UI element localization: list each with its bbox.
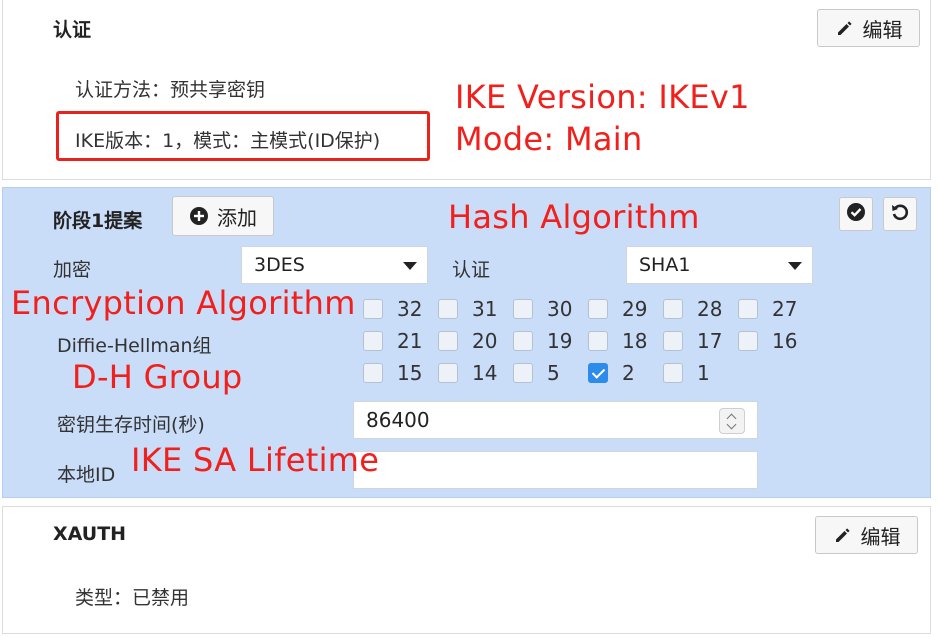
checkbox-unchecked[interactable] <box>663 299 683 319</box>
pencil-icon <box>833 525 853 545</box>
dh-group-number: 30 <box>547 297 573 321</box>
local-id-input[interactable] <box>353 451 758 489</box>
dh-group-number: 20 <box>472 329 498 353</box>
dh-group-label: Diffie-Hellman组 <box>57 335 212 357</box>
checkbox-unchecked[interactable] <box>363 363 383 383</box>
dh-group-number: 19 <box>547 329 573 353</box>
dh-group-checkbox[interactable]: 1 <box>663 361 738 385</box>
dh-group-checkbox[interactable]: 28 <box>663 297 738 321</box>
dh-group-checkbox[interactable]: 18 <box>588 329 663 353</box>
dh-group-checkbox[interactable]: 19 <box>513 329 588 353</box>
dh-group-checkbox[interactable]: 20 <box>438 329 513 353</box>
dh-group-checkbox[interactable]: 16 <box>738 329 813 353</box>
dh-group-checkbox[interactable]: 17 <box>663 329 738 353</box>
checkbox-unchecked[interactable] <box>588 331 608 351</box>
checkbox-unchecked[interactable] <box>438 299 458 319</box>
dh-group-checkbox[interactable]: 29 <box>588 297 663 321</box>
checkbox-unchecked[interactable] <box>738 331 758 351</box>
checkbox-unchecked[interactable] <box>513 363 533 383</box>
dh-group-number: 31 <box>472 297 498 321</box>
dh-group-checkbox[interactable]: 27 <box>738 297 813 321</box>
checkbox-unchecked[interactable] <box>738 299 758 319</box>
dh-group-checkbox[interactable]: 2 <box>588 361 663 385</box>
dh-group-number: 17 <box>697 329 723 353</box>
local-id-label: 本地ID <box>57 464 116 486</box>
checkbox-checked[interactable] <box>588 363 608 383</box>
dh-group-number: 29 <box>622 297 648 321</box>
reset-button[interactable] <box>883 197 917 231</box>
auth-section-title: 认证 <box>53 19 92 41</box>
annotation-lifetime: IKE SA Lifetime <box>131 441 380 479</box>
checkbox-unchecked[interactable] <box>363 299 383 319</box>
chevron-down-icon <box>403 262 417 270</box>
pencil-icon <box>835 18 855 38</box>
dh-group-checkbox[interactable]: 5 <box>513 361 588 385</box>
hash-value: SHA1 <box>639 254 691 276</box>
checkbox-unchecked[interactable] <box>513 299 533 319</box>
plus-circle-icon <box>189 206 209 226</box>
spinner-icon[interactable] <box>719 408 745 434</box>
lifetime-value: 86400 <box>366 408 430 432</box>
chevron-down-icon <box>788 262 802 270</box>
undo-icon <box>890 202 910 226</box>
checkbox-unchecked[interactable] <box>588 299 608 319</box>
xauth-section-title: XAUTH <box>53 523 127 545</box>
dh-group-number: 27 <box>772 297 798 321</box>
checkbox-unchecked[interactable] <box>363 331 383 351</box>
dh-group-number: 18 <box>622 329 648 353</box>
dh-group-number: 1 <box>697 361 710 385</box>
xauth-panel: XAUTH 编辑 类型：已禁用 <box>2 506 931 634</box>
dh-group-row: 21 20 19 18 17 16 <box>363 329 813 353</box>
dh-group-number: 28 <box>697 297 723 321</box>
encryption-label: 加密 <box>53 259 92 281</box>
lifetime-input[interactable]: 86400 <box>353 401 758 439</box>
check-circle-icon <box>846 202 866 226</box>
dh-group-checkbox[interactable]: 31 <box>438 297 513 321</box>
checkbox-unchecked[interactable] <box>663 331 683 351</box>
annotation-mode: Mode: Main <box>455 120 643 158</box>
annotation-hash: Hash Algorithm <box>448 198 700 236</box>
dh-group-number: 5 <box>547 361 560 385</box>
highlight-box <box>56 111 430 161</box>
dh-group-row: 15 14 5 2 1 <box>363 361 738 385</box>
checkbox-unchecked[interactable] <box>663 363 683 383</box>
dh-group-checkbox[interactable]: 15 <box>363 361 438 385</box>
hash-select[interactable]: SHA1 <box>626 246 813 284</box>
dh-group-number: 14 <box>472 361 498 385</box>
dh-group-number: 32 <box>397 297 423 321</box>
dh-group-checkbox[interactable]: 32 <box>363 297 438 321</box>
lifetime-label: 密钥生存时间(秒) <box>57 414 205 436</box>
dh-group-checkbox[interactable]: 21 <box>363 329 438 353</box>
auth-method-text: 认证方法：预共享密钥 <box>75 79 266 101</box>
checkbox-unchecked[interactable] <box>438 363 458 383</box>
xauth-type-text: 类型：已禁用 <box>75 587 190 609</box>
auth-algo-label: 认证 <box>452 259 491 281</box>
dh-group-number: 16 <box>772 329 798 353</box>
dh-group-number: 21 <box>397 329 423 353</box>
dh-group-number: 2 <box>622 361 635 385</box>
dh-group-number: 15 <box>397 361 423 385</box>
dh-group-row: 32 31 30 29 28 27 <box>363 297 813 321</box>
add-proposal-button[interactable]: 添加 <box>172 196 274 236</box>
phase1-section-title: 阶段1提案 <box>53 210 143 232</box>
checkbox-unchecked[interactable] <box>438 331 458 351</box>
dh-group-checkbox[interactable]: 14 <box>438 361 513 385</box>
auth-edit-button[interactable]: 编辑 <box>817 9 920 47</box>
xauth-edit-button[interactable]: 编辑 <box>815 516 918 554</box>
checkbox-unchecked[interactable] <box>513 331 533 351</box>
encryption-value: 3DES <box>254 254 305 276</box>
encryption-select[interactable]: 3DES <box>241 246 428 284</box>
annotation-encryption: Encryption Algorithm <box>11 284 356 322</box>
auth-edit-label: 编辑 <box>862 17 903 42</box>
dh-group-checkbox[interactable]: 30 <box>513 297 588 321</box>
annotation-ike-version: IKE Version: IKEv1 <box>455 78 750 116</box>
annotation-dh-group: D-H Group <box>72 358 243 396</box>
add-proposal-label: 添加 <box>217 205 257 230</box>
confirm-button[interactable] <box>839 197 873 231</box>
xauth-edit-label: 编辑 <box>860 524 901 549</box>
